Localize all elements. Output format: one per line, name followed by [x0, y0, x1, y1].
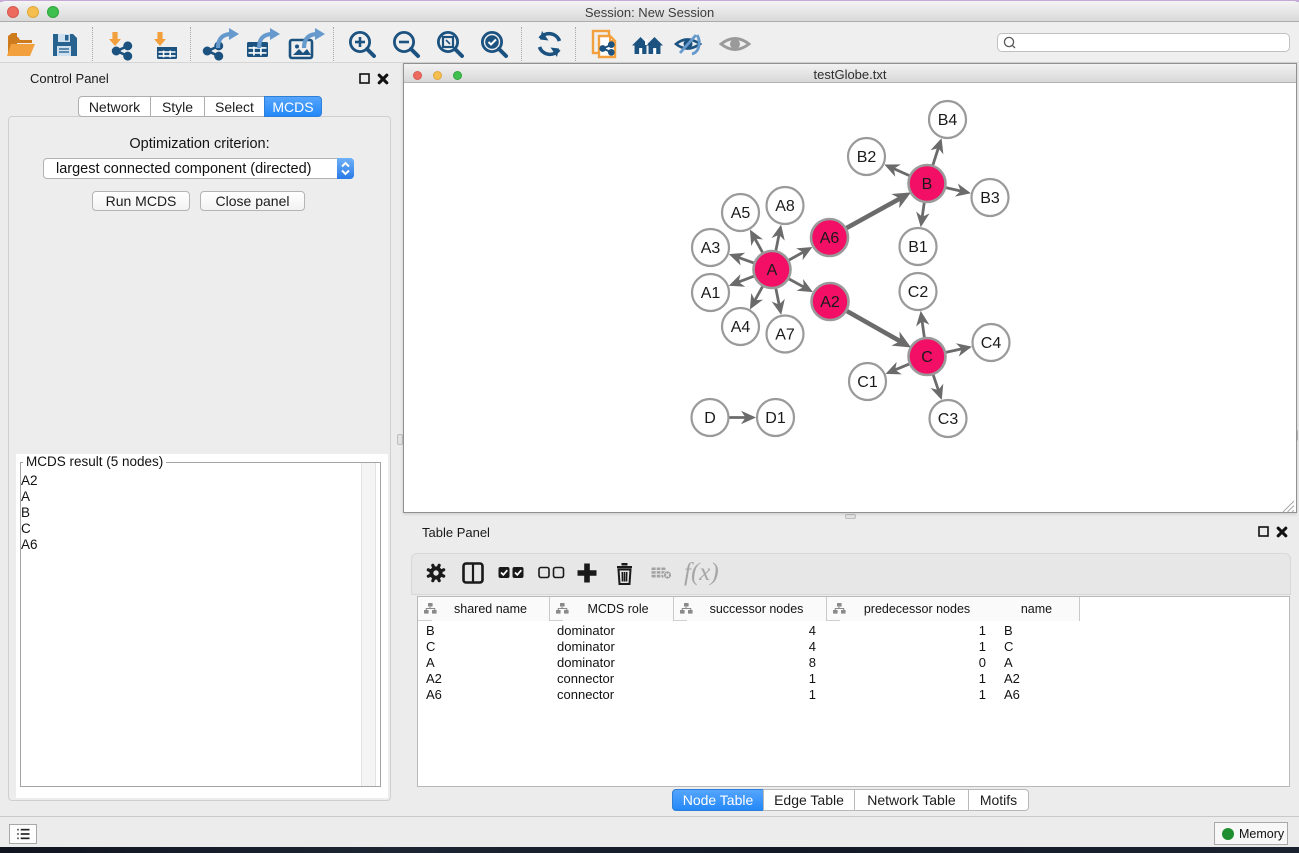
- svg-text:B1: B1: [908, 239, 928, 256]
- svg-text:A: A: [767, 262, 778, 279]
- svg-text:B3: B3: [980, 190, 1000, 207]
- svg-text:D1: D1: [765, 410, 786, 427]
- svg-text:A3: A3: [701, 240, 721, 257]
- svg-text:D: D: [704, 410, 716, 427]
- svg-text:A1: A1: [701, 285, 721, 302]
- svg-text:A7: A7: [775, 327, 795, 344]
- svg-text:C: C: [921, 349, 933, 366]
- svg-text:B: B: [922, 176, 933, 193]
- svg-text:B4: B4: [938, 112, 958, 129]
- svg-text:B2: B2: [857, 149, 877, 166]
- svg-text:C3: C3: [938, 411, 959, 428]
- svg-text:C4: C4: [981, 335, 1002, 352]
- svg-text:C1: C1: [857, 374, 878, 391]
- svg-text:A5: A5: [731, 205, 751, 222]
- svg-text:C2: C2: [908, 284, 929, 301]
- svg-text:A8: A8: [775, 198, 795, 215]
- svg-text:A6: A6: [820, 230, 840, 247]
- svg-text:A4: A4: [731, 319, 751, 336]
- svg-text:A2: A2: [820, 294, 840, 311]
